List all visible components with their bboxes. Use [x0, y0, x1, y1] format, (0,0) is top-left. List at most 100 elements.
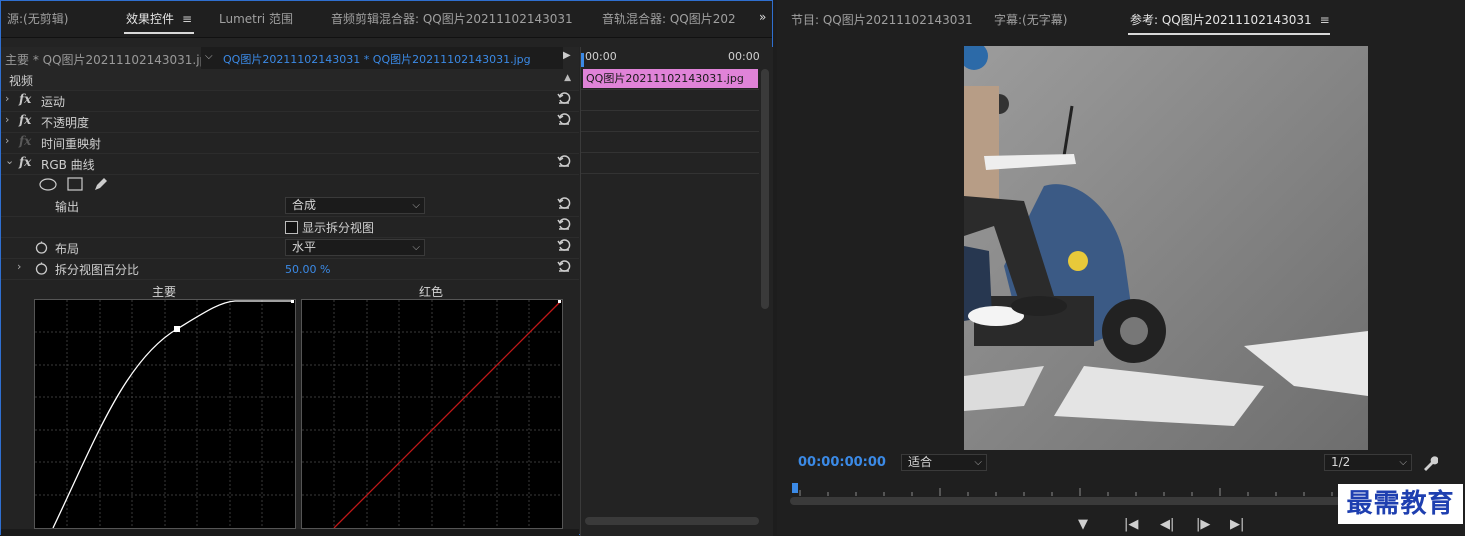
effect-name: 不透明度	[41, 116, 90, 130]
red-curve-graph[interactable]	[301, 299, 563, 529]
rectangle-mask-icon[interactable]	[67, 177, 83, 191]
timeline-end-time: 00:00	[728, 50, 760, 63]
stopwatch-icon[interactable]	[35, 241, 48, 254]
fit-dropdown[interactable]: 适合 ⌵	[901, 454, 987, 471]
layout-label: 布局	[55, 242, 80, 256]
effect-name: 时间重映射	[41, 137, 102, 151]
resolution-value: 1/2	[1331, 455, 1351, 469]
stopwatch-icon[interactable]	[35, 262, 48, 275]
expand-arrow-icon[interactable]: ›	[17, 260, 21, 273]
chevron-down-icon: ⌵	[412, 200, 420, 211]
pen-mask-icon[interactable]	[93, 176, 109, 192]
output-value: 合成	[292, 198, 317, 212]
reset-icon[interactable]	[557, 196, 571, 210]
effect-row-motion[interactable]: › fx 运动	[1, 90, 579, 112]
chevron-down-icon: ⌵	[974, 457, 982, 468]
vertical-scrollbar[interactable]	[761, 69, 769, 309]
split-percent-value[interactable]: 50.00 %	[285, 263, 330, 276]
output-dropdown[interactable]: 合成 ⌵	[285, 197, 425, 214]
master-curve-graph[interactable]	[34, 299, 296, 529]
resolution-dropdown[interactable]: 1/2 ⌵	[1324, 454, 1412, 471]
tab-audio-clip-mixer[interactable]: 音频剪辑混合器: QQ图片20211102143031	[331, 10, 573, 27]
timeline-clip-name: QQ图片20211102143031.jpg	[586, 72, 744, 85]
reset-icon[interactable]	[557, 217, 571, 231]
fit-value: 适合	[908, 455, 933, 469]
tab-reference[interactable]: 参考: QQ图片20211102143031 ≡	[1128, 11, 1330, 35]
split-view-row: 显示拆分视图	[1, 216, 579, 238]
split-percent-label: 拆分视图百分比	[55, 263, 140, 277]
mask-tools-row	[1, 174, 579, 195]
watermark-logo: 最需教育	[1338, 484, 1463, 524]
red-curve-line	[333, 300, 562, 528]
tab-program[interactable]: 节目: QQ图片20211102143031	[791, 11, 973, 28]
curve-control-point[interactable]	[174, 326, 180, 332]
layout-value: 水平	[292, 240, 317, 254]
reset-icon[interactable]	[557, 154, 571, 168]
master-curve-svg[interactable]	[35, 300, 295, 528]
tab-captions[interactable]: 字幕:(无字幕)	[994, 11, 1067, 28]
curve-end-point[interactable]	[558, 300, 561, 303]
reset-icon[interactable]	[557, 112, 571, 126]
step-to-in-icon[interactable]: |◀	[1124, 517, 1138, 532]
step-forward-icon[interactable]: |▶	[1196, 517, 1210, 532]
expand-arrow-icon[interactable]: ›	[5, 134, 9, 147]
chevron-down-icon: ⌵	[1399, 457, 1407, 468]
more-tabs-icon[interactable]: »	[759, 10, 766, 24]
tab-lumetri-scopes[interactable]: Lumetri 范围	[219, 10, 293, 27]
tab-effect-controls[interactable]: 效果控件 ≡	[123, 10, 195, 34]
tab-source[interactable]: 源:(无剪辑)	[7, 10, 68, 27]
video-section-header[interactable]: 视频 ▲	[1, 69, 579, 91]
effect-timeline[interactable]: 00:00 00:00 QQ图片20211102143031.jpg	[580, 47, 773, 536]
step-to-out-icon[interactable]: ▶|	[1230, 517, 1244, 532]
playhead[interactable]	[581, 53, 584, 67]
watermark-text: 最需教育	[1346, 489, 1455, 519]
scooter-scene	[964, 46, 1368, 450]
sequence-clip-label: QQ图片20211102143031 * QQ图片20211102143031.…	[223, 53, 531, 66]
tab-reference-label: 参考: QQ图片20211102143031	[1130, 13, 1312, 27]
effect-row-opacity[interactable]: › fx 不透明度	[1, 111, 579, 133]
expand-arrow-icon[interactable]: ›	[5, 92, 9, 105]
video-section-label: 视频	[9, 74, 34, 88]
fx-icon[interactable]: fx	[19, 155, 31, 169]
reset-icon[interactable]	[557, 91, 571, 105]
effect-row-rgb-curves[interactable]: ⌄ fx RGB 曲线	[1, 153, 579, 175]
chevron-down-icon: ⌵	[412, 242, 420, 253]
chevron-down-icon: ⌵	[205, 51, 213, 62]
master-curve-line	[52, 300, 293, 528]
collapse-up-icon[interactable]: ▲	[564, 73, 571, 83]
horizontal-scrollbar[interactable]	[585, 517, 759, 525]
red-curve-svg[interactable]	[302, 300, 562, 528]
output-row: 输出 合成 ⌵	[1, 195, 579, 217]
preview-image	[964, 46, 1368, 450]
panel-menu-icon[interactable]: ≡	[182, 12, 192, 26]
curve-end-point[interactable]	[291, 300, 294, 303]
fx-icon[interactable]: fx	[19, 92, 31, 106]
sequence-selector[interactable]: ⌵ QQ图片20211102143031 * QQ图片2021110214303…	[201, 47, 571, 69]
split-percent-row: › 拆分视图百分比 50.00 %	[1, 258, 579, 280]
left-tab-bar: 源:(无剪辑) 效果控件 ≡ Lumetri 范围 音频剪辑混合器: QQ图片20…	[1, 1, 772, 38]
effect-row-time-remap[interactable]: › fx 时间重映射	[1, 132, 579, 154]
reset-icon[interactable]	[557, 238, 571, 252]
play-triangle-icon[interactable]: ▶	[563, 50, 571, 61]
collapse-arrow-icon[interactable]: ⌄	[5, 154, 14, 167]
ellipse-mask-icon[interactable]	[39, 178, 57, 191]
playhead-timecode[interactable]: 00:00:00:00	[798, 455, 886, 470]
expand-arrow-icon[interactable]: ›	[5, 113, 9, 126]
source-clip-label[interactable]: 主要 * QQ图片20211102143031.jpg	[5, 51, 215, 68]
fx-icon: fx	[19, 134, 32, 148]
layout-dropdown[interactable]: 水平 ⌵	[285, 239, 425, 256]
effect-name: RGB 曲线	[41, 158, 95, 172]
master-curve-title: 主要	[152, 285, 177, 299]
monitor-playhead[interactable]	[792, 483, 798, 493]
split-view-checkbox[interactable]	[285, 221, 298, 234]
step-back-icon[interactable]: ◀|	[1160, 517, 1174, 532]
reset-icon[interactable]	[557, 259, 571, 273]
split-view-label: 显示拆分视图	[302, 221, 375, 235]
timeline-clip[interactable]: QQ图片20211102143031.jpg	[583, 69, 758, 88]
layout-row: 布局 水平 ⌵	[1, 237, 579, 259]
fx-icon[interactable]: fx	[19, 113, 31, 127]
wrench-icon[interactable]	[1422, 455, 1438, 471]
panel-menu-icon[interactable]: ≡	[1320, 13, 1330, 27]
marker-icon[interactable]: ▼	[1078, 517, 1088, 532]
tab-audio-track-mixer[interactable]: 音轨混合器: QQ图片202	[602, 10, 737, 27]
